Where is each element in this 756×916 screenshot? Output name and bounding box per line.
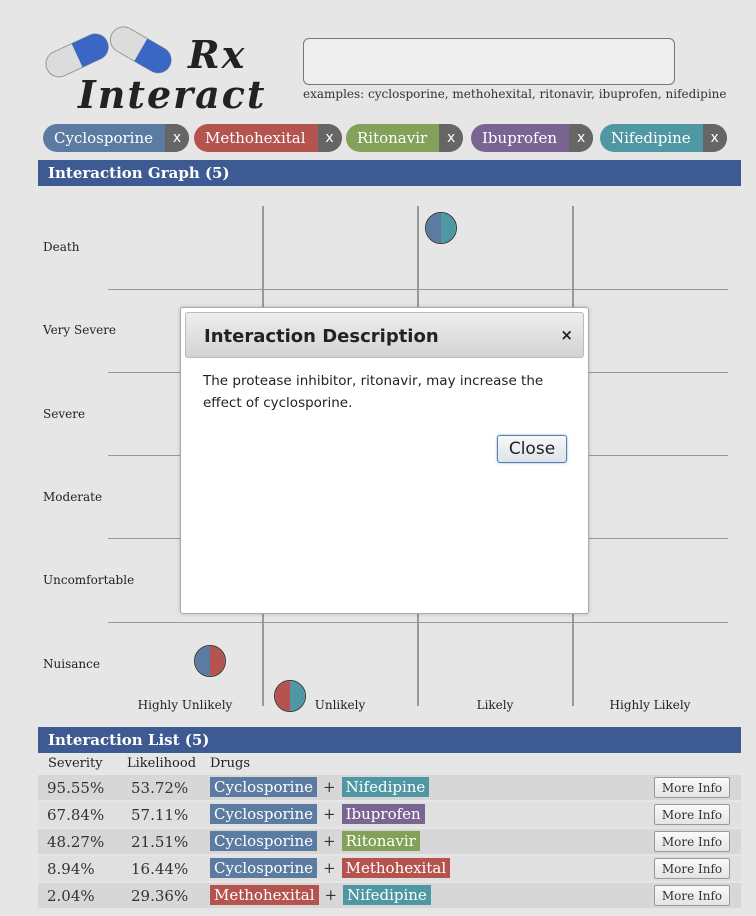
drug-pair: Cyclosporine + Nifedipine — [210, 777, 430, 797]
likelihood-label: Highly Likely — [609, 698, 691, 712]
drug-pair: Cyclosporine + Ibuprofen — [210, 804, 425, 824]
close-button[interactable]: Close — [497, 435, 567, 463]
plus-sign: + — [323, 832, 336, 850]
dialog-titlebar: Interaction Description × — [185, 312, 584, 358]
interaction-row: 95.55% 53.72% Cyclosporine + Nifedipine … — [38, 775, 741, 800]
remove-drug-button[interactable]: x — [702, 124, 727, 152]
likelihood-value: 16.44% — [131, 859, 189, 878]
interaction-dot-cyclosporine-methohexital[interactable] — [194, 645, 226, 677]
dialog-description: The protease inhibitor, ritonavir, may i… — [203, 373, 544, 411]
dialog-title: Interaction Description — [204, 326, 439, 347]
severity-value: 95.55% — [47, 778, 105, 797]
likelihood-label: Highly Unlikely — [137, 698, 233, 712]
more-info-button[interactable]: More Info — [654, 858, 730, 879]
severity-label: Nuisance — [43, 657, 100, 671]
remove-drug-button[interactable]: x — [165, 124, 190, 152]
severity-value: 67.84% — [47, 805, 105, 824]
grid-line — [108, 289, 728, 290]
severity-value: 48.27% — [47, 832, 105, 851]
drug-chip-label: Ritonavir — [357, 129, 428, 147]
drug-pair: Cyclosporine + Ritonavir — [210, 831, 420, 851]
drug-chip-ibuprofen: Ibuprofen x — [471, 124, 594, 152]
drug-tag: Nifedipine — [343, 885, 431, 905]
remove-drug-button[interactable]: x — [439, 124, 464, 152]
more-info-button[interactable]: More Info — [654, 804, 730, 825]
drug-chip-cyclosporine: Cyclosporine x — [43, 124, 190, 152]
drug-tag: Ibuprofen — [341, 804, 425, 824]
drug-tag: Nifedipine — [341, 777, 430, 797]
logo-interact-text: Interact — [78, 72, 267, 117]
more-info-button[interactable]: More Info — [654, 831, 730, 852]
plus-sign: + — [323, 805, 336, 823]
severity-label: Very Severe — [43, 323, 117, 337]
search-examples: examples: cyclosporine, methohexital, ri… — [303, 87, 727, 101]
interaction-row: 67.84% 57.11% Cyclosporine + Ibuprofen M… — [38, 802, 741, 827]
grid-line — [108, 622, 728, 623]
interaction-row: 8.94% 16.44% Cyclosporine + Methohexital… — [38, 856, 741, 881]
plus-sign: + — [324, 886, 338, 904]
column-header-severity: Severity — [48, 756, 103, 771]
plus-sign: + — [323, 778, 336, 796]
drug-chip-label: Methohexital — [205, 129, 306, 147]
drug-tag: Cyclosporine — [210, 831, 318, 851]
column-header-drugs: Drugs — [210, 756, 251, 771]
app-logo: Rx Interact — [38, 20, 264, 117]
drug-tag: Methohexital — [341, 858, 451, 878]
interaction-dot-cyclosporine-nifedipine[interactable] — [425, 212, 457, 244]
drug-pair: Methohexital + Nifedipine — [210, 885, 431, 905]
likelihood-value: 57.11% — [131, 805, 189, 824]
drug-chip-label: Cyclosporine — [54, 129, 154, 147]
drug-tag: Methohexital — [210, 885, 319, 905]
drug-chip-label: Ibuprofen — [482, 129, 558, 147]
severity-label: Moderate — [43, 490, 103, 504]
likelihood-value: 21.51% — [131, 832, 189, 851]
column-header-likelihood: Likelihood — [127, 756, 197, 771]
logo-rx-text: Rx — [188, 32, 247, 77]
list-header: Interaction List (5) — [38, 727, 741, 753]
more-info-button[interactable]: More Info — [654, 777, 730, 798]
drug-chip-methohexital: Methohexital x — [194, 124, 342, 152]
pills-icon — [45, 26, 172, 78]
drug-tag: Cyclosporine — [210, 804, 318, 824]
drug-chip-label: Nifedipine — [611, 129, 691, 147]
drug-tag: Ritonavir — [341, 831, 420, 851]
graph-header: Interaction Graph (5) — [38, 160, 741, 186]
drug-chip-nifedipine: Nifedipine x — [600, 124, 727, 152]
interaction-row: 48.27% 21.51% Cyclosporine + Ritonavir M… — [38, 829, 741, 854]
severity-label: Uncomfortable — [43, 573, 135, 587]
remove-drug-button[interactable]: x — [569, 124, 594, 152]
drug-tag: Cyclosporine — [210, 777, 318, 797]
severity-value: 2.04% — [47, 886, 95, 905]
severity-label: Death — [43, 240, 80, 254]
drug-search-input[interactable] — [303, 38, 675, 85]
plus-sign: + — [323, 859, 336, 877]
severity-value: 8.94% — [47, 859, 95, 878]
interaction-row: 2.04% 29.36% Methohexital + Nifedipine M… — [38, 883, 741, 908]
likelihood-value: 53.72% — [131, 778, 189, 797]
likelihood-value: 29.36% — [131, 886, 189, 905]
interaction-description-dialog: Interaction Description × The protease i… — [180, 307, 589, 614]
interaction-dot-methohexital-nifedipine[interactable] — [274, 680, 306, 712]
likelihood-label: Likely — [476, 698, 514, 712]
remove-drug-button[interactable]: x — [317, 124, 342, 152]
drug-tag: Cyclosporine — [210, 858, 318, 878]
severity-label: Severe — [43, 407, 86, 421]
drug-chip-ritonavir: Ritonavir x — [346, 124, 464, 152]
drug-pair: Cyclosporine + Methohexital — [210, 858, 451, 878]
close-icon[interactable]: × — [560, 326, 573, 344]
more-info-button[interactable]: More Info — [654, 885, 730, 906]
